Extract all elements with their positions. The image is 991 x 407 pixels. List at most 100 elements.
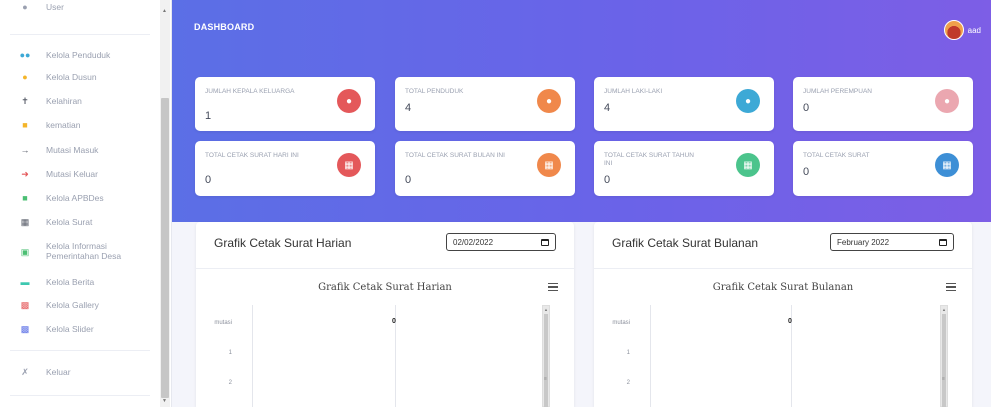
- chart-scrollbar[interactable]: ▲ ≡: [542, 305, 550, 407]
- calendar-icon[interactable]: [541, 238, 549, 246]
- sidebar-item-kelahiran[interactable]: ✝ Kelahiran: [18, 96, 82, 107]
- avatar[interactable]: [943, 20, 964, 40]
- sidebar-item-label: Kelola APBDes: [46, 193, 104, 203]
- data-point-label: 0: [788, 318, 792, 325]
- y-axis-tick: 1: [626, 350, 630, 356]
- sign-out-icon: ➜: [21, 168, 29, 179]
- data-point-label: 0: [392, 318, 396, 325]
- user-menu[interactable]: aad: [943, 20, 981, 40]
- sidebar-item-label: User: [46, 2, 64, 12]
- sidebar-scrollbar[interactable]: ▲ ▼: [160, 0, 170, 407]
- y-axis-tick: 2: [228, 380, 232, 386]
- stat-value: 0: [604, 174, 611, 186]
- stat-value: 0: [803, 166, 810, 178]
- sidebar-item-kelola-slider[interactable]: ▩ Kelola Slider: [18, 323, 94, 335]
- calendar-icon[interactable]: [939, 238, 947, 246]
- month-input-value: February 2022: [837, 237, 890, 247]
- sidebar-item-label: kematian: [46, 120, 81, 130]
- scroll-thumb[interactable]: [161, 98, 169, 398]
- file-icon: ▦: [337, 153, 361, 177]
- sidebar-item-label: Kelola Surat: [46, 217, 93, 227]
- stat-card-perempuan: JUMLAH PEREMPUAN 0 ●: [793, 77, 973, 131]
- panel-grafik-harian: Grafik Cetak Surat Harian 02/02/2022 Gra…: [196, 222, 574, 407]
- sidebar-item-kelola-dusun[interactable]: ● Kelola Dusun: [18, 72, 97, 82]
- news-icon: ▬: [20, 277, 30, 287]
- gallery-icon: ▩: [20, 299, 30, 310]
- stat-label: TOTAL PENDUDUK: [405, 88, 464, 95]
- chart-menu-icon[interactable]: [548, 283, 558, 291]
- month-input[interactable]: February 2022: [830, 233, 954, 251]
- date-input[interactable]: 02/02/2022: [446, 233, 556, 251]
- sidebar-item-label: Kelahiran: [46, 96, 82, 106]
- sidebar-divider: [10, 350, 150, 351]
- stat-label: TOTAL CETAK SURAT TAHUN INI: [604, 152, 694, 167]
- sidebar-item-mutasi-masuk[interactable]: → Mutasi Masuk: [18, 145, 99, 155]
- stat-label: TOTAL CETAK SURAT: [803, 152, 870, 159]
- panel-divider: [594, 268, 972, 269]
- truck-icon: ■: [22, 120, 28, 130]
- panel-grafik-bulanan: Grafik Cetak Surat Bulanan February 2022…: [594, 222, 972, 407]
- chart-scrollbar[interactable]: ▲ ≡: [940, 305, 948, 407]
- stat-label: JUMLAH PEREMPUAN: [803, 88, 872, 95]
- sign-in-icon: →: [20, 145, 30, 155]
- slider-icon: ▩: [20, 323, 30, 334]
- scroll-up-icon[interactable]: ▲: [942, 307, 946, 312]
- stat-card-cetak-tahun-ini: TOTAL CETAK SURAT TAHUN INI 0 ▦: [594, 141, 774, 196]
- users-icon: ●●: [19, 50, 31, 60]
- plot-axis-line: [252, 305, 253, 407]
- chart-menu-icon[interactable]: [946, 283, 956, 291]
- info-icon: ▣: [20, 246, 30, 257]
- sidebar-divider: [10, 395, 150, 396]
- panel-divider: [196, 268, 574, 269]
- chart-title: Grafik Cetak Surat Bulanan: [712, 282, 854, 293]
- stat-card-kepala-keluarga: JUMLAH KEPALA KELUARGA 1 ●: [195, 77, 375, 131]
- stat-value: 1: [205, 110, 212, 122]
- sidebar-item-label: Mutasi Masuk: [46, 145, 99, 155]
- user-icon: ●: [736, 89, 760, 113]
- scroll-down-icon[interactable]: ▼: [162, 398, 167, 404]
- sidebar-item-mutasi-keluar[interactable]: ➜ Mutasi Keluar: [18, 168, 98, 180]
- y-axis-tick: 2: [626, 380, 630, 386]
- y-axis-tick: 1: [228, 350, 232, 356]
- y-axis-label: mutasi: [612, 320, 630, 326]
- stat-value: 0: [405, 174, 412, 186]
- file-icon: ▦: [935, 153, 959, 177]
- scroll-thumb[interactable]: [544, 314, 548, 407]
- stat-value: 0: [205, 174, 212, 186]
- sidebar-item-label: Kelola Dusun: [46, 72, 97, 82]
- stat-card-laki-laki: JUMLAH LAKI-LAKI 4 ●: [594, 77, 774, 131]
- file-icon: ▦: [20, 216, 30, 227]
- stat-label: JUMLAH KEPALA KELUARGA: [205, 88, 295, 95]
- sidebar-item-kelola-berita[interactable]: ▬ Kelola Berita: [18, 277, 95, 287]
- sidebar-item-label: Kelola Berita: [46, 277, 95, 287]
- stat-label: TOTAL CETAK SURAT HARI INI: [205, 152, 299, 159]
- sidebar-item-user[interactable]: ● User: [18, 2, 64, 12]
- panel-title: Grafik Cetak Surat Harian: [214, 236, 352, 250]
- sidebar-item-kelola-surat[interactable]: ▦ Kelola Surat: [18, 216, 93, 228]
- sidebar-item-kelola-gallery[interactable]: ▩ Kelola Gallery: [18, 299, 99, 311]
- scroll-up-icon[interactable]: ▲: [162, 8, 167, 14]
- stat-card-total-penduduk: TOTAL PENDUDUK 4 ●: [395, 77, 575, 131]
- sidebar-item-kematian[interactable]: ■ kematian: [18, 120, 81, 130]
- stat-value: 0: [803, 102, 810, 114]
- sidebar-item-label: Kelola Penduduk: [46, 50, 111, 60]
- scroll-up-icon[interactable]: ▲: [544, 307, 548, 312]
- sidebar-item-keluar[interactable]: ✗ Keluar: [18, 366, 71, 378]
- stat-label: JUMLAH LAKI-LAKI: [604, 88, 663, 95]
- sidebar-item-label: Keluar: [46, 367, 71, 377]
- user-name[interactable]: aad: [968, 26, 981, 35]
- user-icon: ●: [935, 89, 959, 113]
- sidebar-item-kelola-apbdes[interactable]: ■ Kelola APBDes: [18, 193, 104, 203]
- sidebar-item-kelola-penduduk[interactable]: ●● Kelola Penduduk: [18, 50, 111, 60]
- scroll-thumb[interactable]: [942, 314, 946, 407]
- user-icon: ●: [22, 2, 28, 12]
- sidebar-divider: [10, 34, 150, 35]
- file-icon: ▦: [537, 153, 561, 177]
- stat-card-cetak-bulan-ini: TOTAL CETAK SURAT BULAN INI 0 ▦: [395, 141, 575, 196]
- sidebar-item-kelola-informasi[interactable]: ▣ Kelola Informasi Pemerintahan Desa: [18, 241, 138, 261]
- stat-card-cetak-total: TOTAL CETAK SURAT 0 ▦: [793, 141, 973, 196]
- user-icon: ●: [337, 89, 361, 113]
- scroll-grip-icon: ≡: [544, 376, 547, 382]
- logout-icon: ✗: [21, 366, 29, 377]
- sidebar: ● User ●● Kelola Penduduk ● Kelola Dusun…: [0, 0, 172, 407]
